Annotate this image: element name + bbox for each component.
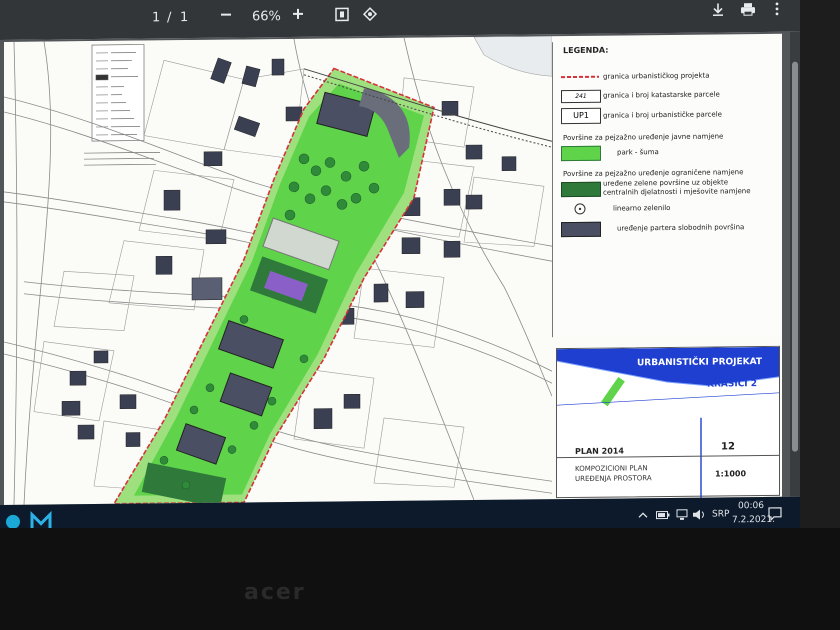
- volume-icon[interactable]: [692, 508, 706, 522]
- legend-item-label: park - šuma: [617, 148, 659, 157]
- vertical-scrollbar[interactable]: [790, 31, 800, 497]
- rotate-icon: [362, 7, 378, 22]
- project-title: URBANISTIČKI PROJEKAT: [637, 357, 763, 369]
- document-viewport[interactable]: LEGENDA: granica urbanističkog projekta …: [0, 31, 790, 505]
- more-options-button[interactable]: [768, 2, 786, 20]
- fit-page-icon: [335, 7, 349, 22]
- page-separator: /: [167, 10, 172, 26]
- legend-item-label: granica i broj urbanističke parcele: [603, 110, 722, 120]
- parter-surface-swatch: [561, 221, 601, 238]
- minus-icon: [221, 13, 231, 16]
- clock-time[interactable]: 00:06: [738, 501, 764, 511]
- monitor-brand-logo: acer: [244, 580, 306, 605]
- fit-page-button[interactable]: [333, 6, 351, 24]
- legend-item-label: granica i broj katastarske parcele: [603, 90, 720, 100]
- legend-item-label: linearno zelenilo: [613, 203, 671, 213]
- sheet-divider-line: [700, 417, 702, 498]
- scrollbar-thumb[interactable]: [792, 61, 798, 452]
- monitor-screen: 1 / 1 66% LEGENDA: granica urbanističkog…: [0, 0, 800, 540]
- urban-parcel-swatch: UP1: [561, 107, 601, 125]
- legend-title: LEGENDA:: [563, 45, 609, 56]
- sheet-number: 12: [721, 441, 735, 453]
- download-button[interactable]: [709, 2, 727, 20]
- page-current[interactable]: 1: [152, 9, 160, 27]
- notification-icon[interactable]: [768, 507, 782, 521]
- zoom-out-button[interactable]: [217, 8, 235, 26]
- more-vert-icon: [775, 2, 779, 16]
- page-total: 1: [180, 10, 189, 26]
- legend-item-label: uređenje partera slobodnih površina: [617, 223, 745, 233]
- cadastral-parcel-swatch: 241: [561, 89, 601, 104]
- print-icon: [741, 3, 755, 16]
- drawing-title-line2: UREĐENJA PROSTORA: [575, 474, 652, 483]
- battery-icon[interactable]: [656, 510, 670, 520]
- drawing-title-line1: KOMPOZICIONI PLAN: [575, 464, 648, 473]
- drawing-scale: 1:1000: [715, 469, 747, 479]
- project-place: KRAŠIĆI 2: [707, 379, 758, 390]
- park-forest-swatch: [561, 145, 601, 162]
- monitor-bezel: [800, 0, 840, 530]
- legend-item-label: granica urbanističkog projekta: [603, 71, 710, 81]
- zoom-in-button[interactable]: [289, 7, 307, 25]
- boundary-line-swatch: [561, 75, 599, 79]
- legend-panel: LEGENDA: granica urbanističkog projekta …: [552, 39, 781, 338]
- title-block: URBANISTIČKI PROJEKAT KRAŠIĆI 2 PLAN 201…: [556, 345, 780, 499]
- tree-circle-icon: [574, 203, 586, 215]
- legend-item-label: centralnih djelatnosti i mješovite namje…: [603, 187, 751, 197]
- landscaped-green-swatch: [561, 181, 601, 198]
- legend-item-label: uređene zelene površine uz objekte: [603, 178, 729, 188]
- pdf-page: LEGENDA: granica urbanističkog projekta …: [4, 33, 782, 505]
- plus-icon: [293, 8, 303, 19]
- urban-plan-map: [4, 36, 552, 505]
- plan-year: PLAN 2014: [575, 446, 624, 456]
- monitor-base: [0, 528, 840, 630]
- download-icon: [713, 3, 723, 17]
- language-indicator[interactable]: SRP: [712, 509, 729, 519]
- chevron-up-icon[interactable]: [638, 510, 648, 520]
- network-icon[interactable]: [676, 509, 688, 521]
- rotate-button[interactable]: [361, 6, 379, 24]
- legend-section-heading: Površine za pejzažno uređenje ograničene…: [563, 168, 744, 179]
- legend-section-heading: Površine za pejzažno uređenje javne namj…: [563, 132, 724, 143]
- print-button[interactable]: [739, 2, 757, 20]
- zoom-level[interactable]: 66%: [252, 8, 281, 26]
